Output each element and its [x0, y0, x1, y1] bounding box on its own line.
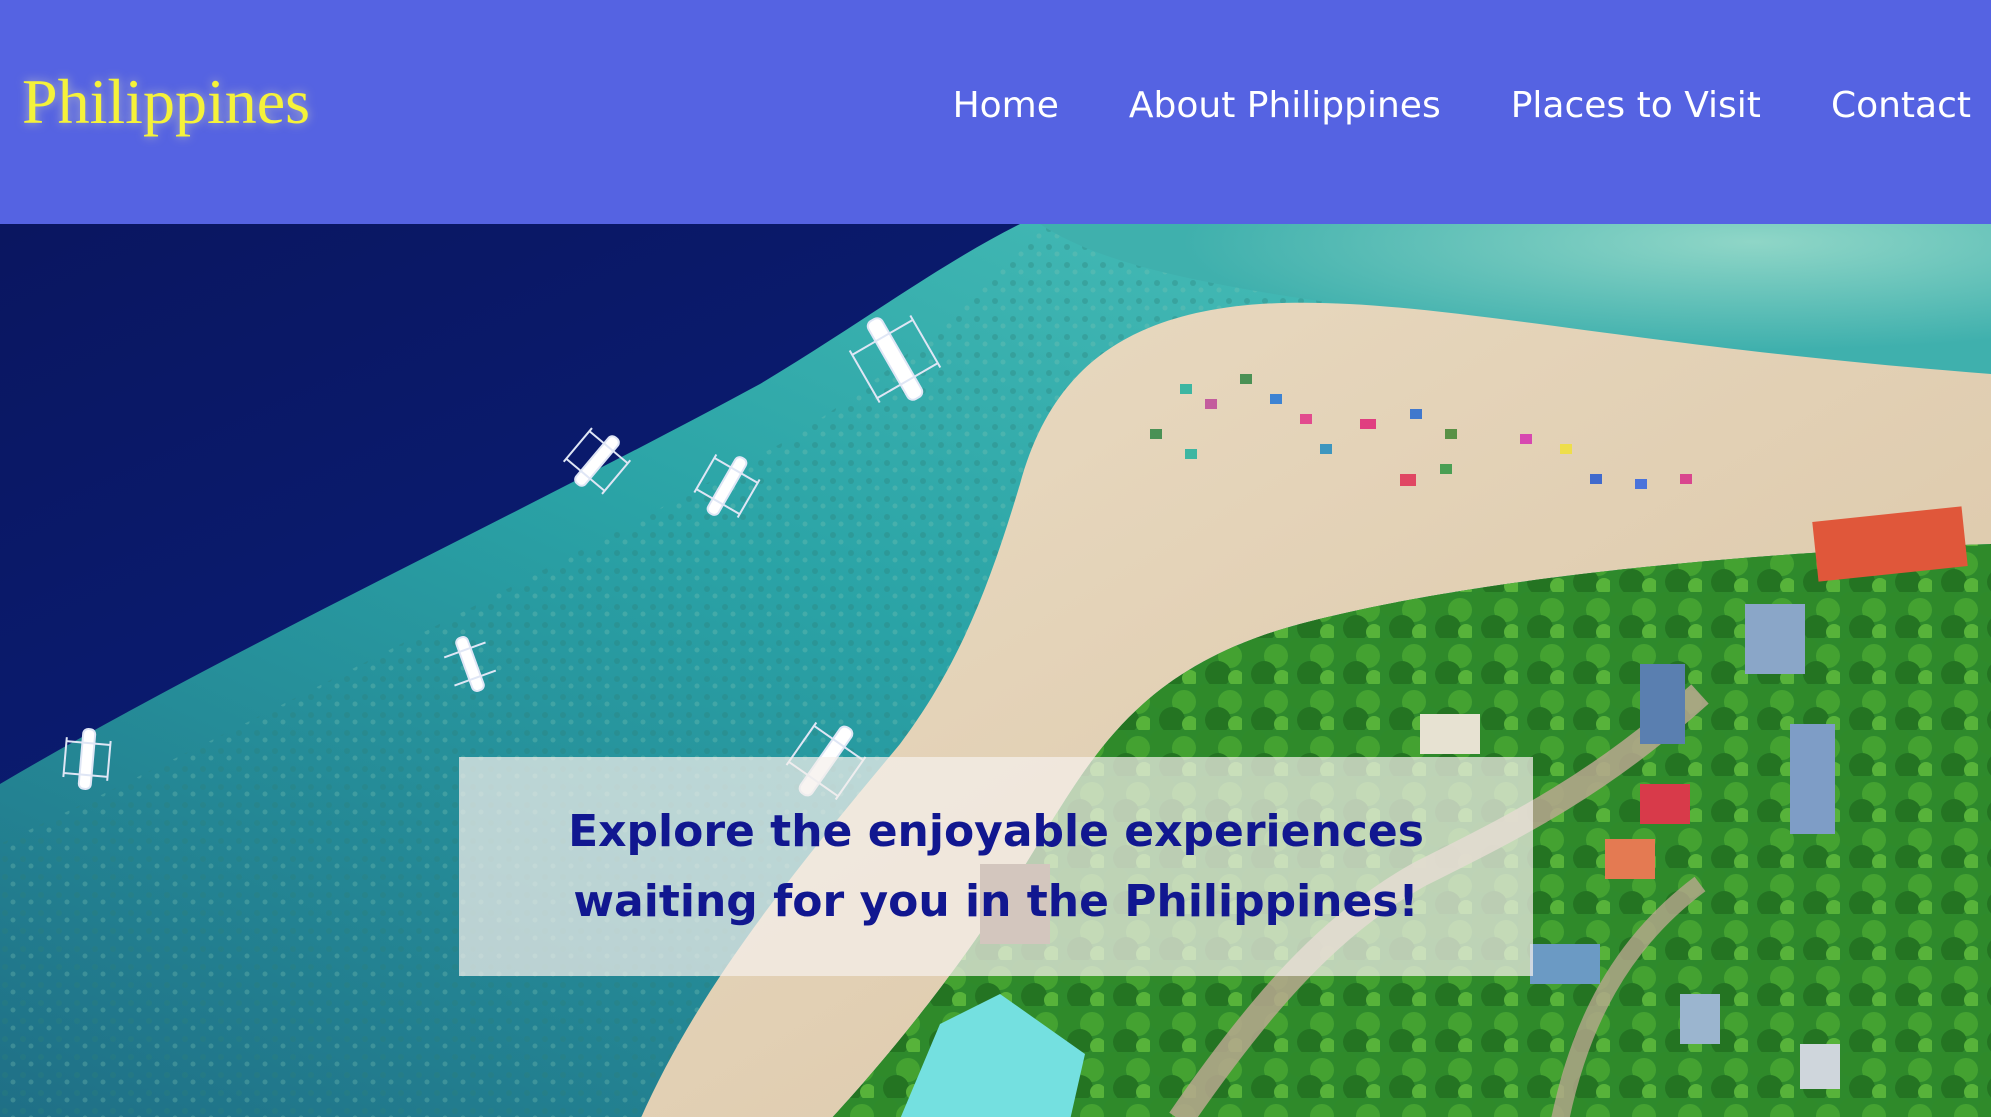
- hero-section: Explore the enjoyable experiences waitin…: [0, 224, 1991, 1120]
- site-logo[interactable]: Philippines: [22, 70, 310, 134]
- nav-home-link[interactable]: Home: [953, 88, 1059, 124]
- nav-places-link[interactable]: Places to Visit: [1511, 88, 1761, 124]
- hero-headline: Explore the enjoyable experiences waitin…: [568, 805, 1424, 927]
- hero-headline-banner: Explore the enjoyable experiences waitin…: [459, 757, 1533, 976]
- nav-contact-link[interactable]: Contact: [1831, 88, 1971, 124]
- site-header: Philippines Home About Philippines Place…: [0, 0, 1991, 224]
- main-nav: Home About Philippines Places to Visit C…: [953, 88, 1971, 124]
- nav-about-link[interactable]: About Philippines: [1129, 88, 1441, 124]
- hero-background-image: [0, 224, 1991, 1120]
